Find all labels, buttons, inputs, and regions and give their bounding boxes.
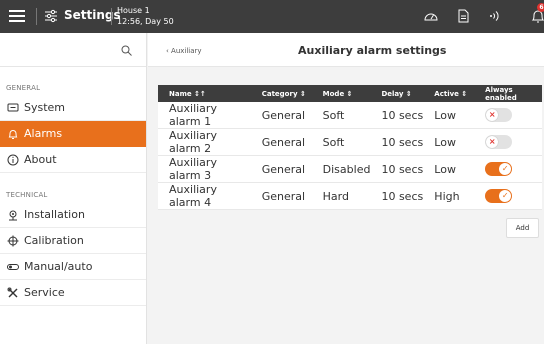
- cell-active: Low: [423, 102, 475, 129]
- tools-icon: [7, 287, 18, 297]
- house-info[interactable]: House 1 12:56, Day 50: [117, 5, 174, 27]
- search-icon[interactable]: [121, 45, 132, 56]
- cell-category: General: [250, 182, 312, 210]
- sidebar-item-label: Calibration: [24, 234, 84, 247]
- cell-active: High: [423, 182, 475, 210]
- cell-delay: 10 secs: [370, 102, 424, 129]
- cell-category: General: [250, 102, 312, 129]
- sidebar: GENERAL System Alarms About TECHNICAL In…: [0, 33, 147, 344]
- cell-mode: Hard: [311, 182, 371, 210]
- topbar-divider: [36, 8, 37, 25]
- sidebar-item-about[interactable]: About: [0, 147, 146, 173]
- signal-icon[interactable]: [486, 8, 502, 24]
- cell-always-enabled: ×: [474, 102, 542, 129]
- toggle-icon: [7, 263, 19, 270]
- x-icon: ×: [488, 137, 496, 146]
- house-name: House 1: [117, 6, 150, 15]
- cell-name: Auxiliary alarm 1: [158, 102, 251, 129]
- top-bar: Settings House 1 12:56, Day 50 6: [0, 0, 544, 33]
- cell-category: General: [250, 128, 312, 156]
- cell-delay: 10 secs: [370, 155, 424, 183]
- table-row[interactable]: Auxiliary alarm 4 General Hard 10 secs H…: [158, 182, 542, 210]
- cell-active: Low: [423, 128, 475, 156]
- sidebar-group-general: GENERAL: [6, 84, 41, 92]
- x-icon: ×: [488, 110, 496, 119]
- sidebar-item-label: Installation: [24, 208, 85, 221]
- always-enabled-toggle[interactable]: ✓: [485, 189, 513, 203]
- installation-icon: [9, 210, 17, 220]
- table-row[interactable]: Auxiliary alarm 1 General Soft 10 secs L…: [158, 102, 542, 129]
- cell-mode: Soft: [311, 102, 371, 129]
- breadcrumb-back-link[interactable]: ‹ Auxiliary: [166, 47, 202, 55]
- cell-delay: 10 secs: [370, 182, 424, 210]
- sidebar-item-calibration[interactable]: Calibration: [0, 228, 146, 254]
- sidebar-item-installation[interactable]: Installation: [0, 202, 146, 228]
- column-header-always-enabled: Always enabled: [474, 85, 542, 102]
- house-time: 12:56, Day 50: [117, 17, 174, 26]
- main-content: ‹ Auxiliary Auxiliary alarm settings Nam…: [148, 33, 544, 344]
- cell-delay: 10 secs: [370, 128, 424, 156]
- cell-always-enabled: ×: [474, 128, 542, 156]
- sidebar-item-manual-auto[interactable]: Manual/auto: [0, 254, 146, 280]
- table-header-row: Name ↕↑ Category ⇕ Mode ⇕ Delay ⇕ Active…: [158, 85, 542, 102]
- monitor-icon: [7, 103, 19, 111]
- column-header-active[interactable]: Active ⇕: [423, 85, 475, 102]
- app-title: Settings: [64, 8, 121, 22]
- document-icon[interactable]: [455, 8, 471, 24]
- always-enabled-toggle[interactable]: ×: [485, 108, 513, 122]
- sidebar-search: [0, 33, 146, 67]
- sidebar-item-service[interactable]: Service: [0, 280, 146, 306]
- cell-category: General: [250, 155, 312, 183]
- column-header-name[interactable]: Name ↕↑: [158, 85, 251, 102]
- settings-sliders-icon: [45, 9, 57, 23]
- sidebar-item-label: System: [24, 101, 66, 114]
- checkmark-icon: ✓: [501, 191, 509, 200]
- info-icon: [7, 154, 19, 165]
- sidebar-item-label: Service: [24, 286, 65, 299]
- cell-always-enabled: ✓: [474, 182, 542, 210]
- sidebar-item-system[interactable]: System: [0, 95, 146, 121]
- content-header: ‹ Auxiliary Auxiliary alarm settings: [148, 33, 544, 67]
- page-title: Auxiliary alarm settings: [298, 44, 447, 57]
- cell-active: Low: [423, 155, 475, 183]
- cell-name: Auxiliary alarm 4: [158, 182, 251, 210]
- checkmark-icon: ✓: [501, 164, 509, 173]
- sidebar-item-label: Manual/auto: [24, 260, 93, 273]
- table-row[interactable]: Auxiliary alarm 3 General Disabled 10 se…: [158, 155, 542, 183]
- column-header-mode[interactable]: Mode ⇕: [311, 85, 371, 102]
- topbar-divider: [111, 8, 112, 25]
- cell-mode: Disabled: [311, 155, 371, 183]
- column-header-delay[interactable]: Delay ⇕: [370, 85, 424, 102]
- cell-name: Auxiliary alarm 3: [158, 155, 251, 183]
- calibration-icon: [7, 235, 19, 246]
- always-enabled-toggle[interactable]: ×: [485, 135, 513, 149]
- sidebar-item-alarms[interactable]: Alarms: [0, 121, 146, 147]
- sidebar-item-label: About: [24, 153, 57, 166]
- alarm-table: Name ↕↑ Category ⇕ Mode ⇕ Delay ⇕ Active…: [158, 85, 542, 210]
- cell-mode: Soft: [311, 128, 371, 156]
- hamburger-menu-icon[interactable]: [9, 8, 25, 24]
- column-header-category[interactable]: Category ⇕: [250, 85, 312, 102]
- add-alarm-button[interactable]: Add: [506, 218, 539, 238]
- gauge-icon[interactable]: [423, 8, 439, 24]
- sidebar-group-technical: TECHNICAL: [6, 191, 48, 199]
- table-row[interactable]: Auxiliary alarm 2 General Soft 10 secs L…: [158, 128, 542, 156]
- bell-icon: [8, 129, 18, 139]
- sidebar-item-label: Alarms: [24, 127, 63, 140]
- notification-badge: 6: [537, 3, 544, 12]
- always-enabled-toggle[interactable]: ✓: [485, 162, 513, 176]
- cell-always-enabled: ✓: [474, 155, 542, 183]
- cell-name: Auxiliary alarm 2: [158, 128, 251, 156]
